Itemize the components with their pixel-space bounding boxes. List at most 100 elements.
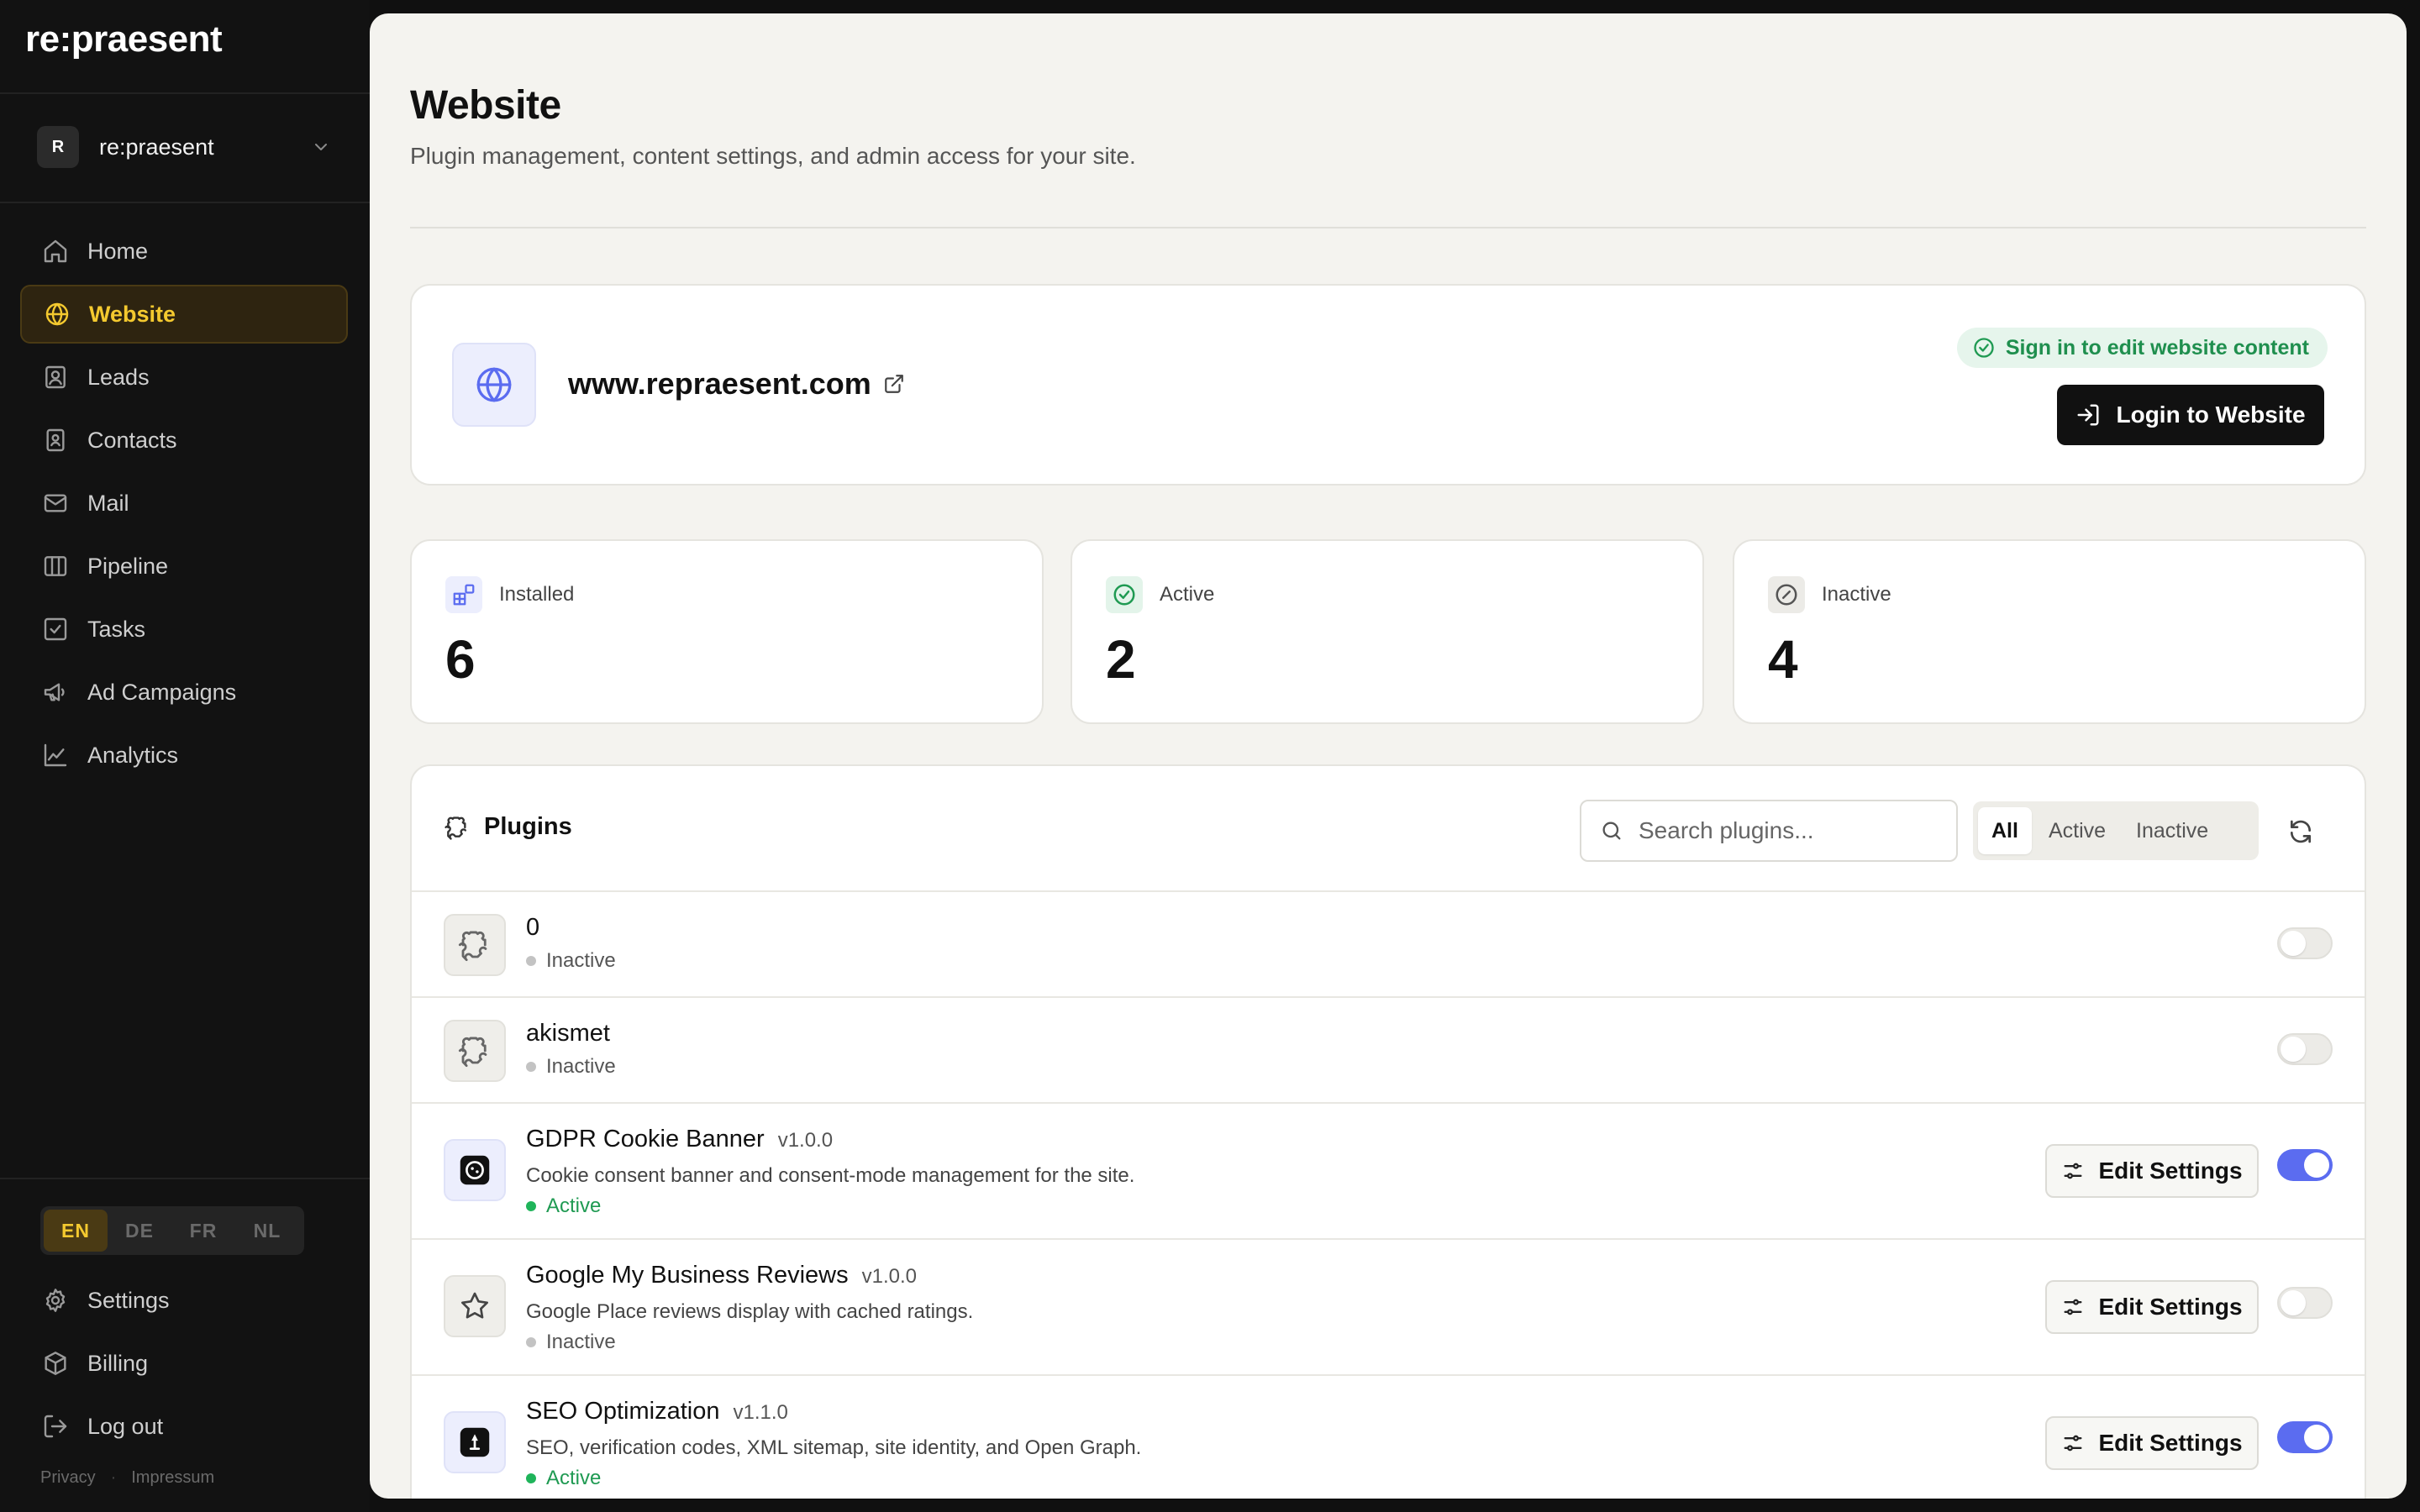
login-to-website-button[interactable]: Login to Website bbox=[2057, 385, 2324, 445]
filter-active[interactable]: Active bbox=[2035, 807, 2119, 854]
impressum-link[interactable]: Impressum bbox=[131, 1468, 214, 1488]
edit-settings-button[interactable]: Edit Settings bbox=[2045, 1416, 2259, 1470]
plugin-name: Google My Business Reviews v1.0.0 bbox=[526, 1262, 917, 1289]
toggle-knob bbox=[2281, 1037, 2306, 1062]
puzzle-icon bbox=[444, 914, 506, 976]
edit-settings-label: Edit Settings bbox=[2098, 1294, 2243, 1320]
filter-all[interactable]: All bbox=[1978, 807, 2032, 854]
seo-icon bbox=[444, 1411, 506, 1473]
signin-status-badge: Sign in to edit website content bbox=[1956, 328, 2328, 368]
plugin-description: SEO, verification codes, XML sitemap, si… bbox=[526, 1436, 1142, 1459]
status-dot bbox=[526, 956, 536, 966]
sidebar-divider bbox=[0, 202, 370, 203]
signin-badge-text: Sign in to edit website content bbox=[2005, 335, 2309, 360]
nav-item-label: Analytics bbox=[87, 742, 179, 768]
status-filter: All Active Inactive bbox=[1973, 801, 2259, 860]
search-input[interactable] bbox=[1639, 817, 1941, 844]
nav-item-label: Leads bbox=[87, 364, 150, 390]
nav-item-label: Contacts bbox=[87, 427, 177, 453]
plugin-row: 0 Inactive bbox=[412, 892, 2365, 998]
edit-settings-label: Edit Settings bbox=[2098, 1430, 2243, 1456]
workspace-switcher[interactable]: R re:praesent bbox=[24, 119, 343, 175]
workspace-name: re:praesent bbox=[99, 134, 214, 160]
plugin-toggle[interactable] bbox=[2277, 1287, 2333, 1319]
gear-icon bbox=[42, 1287, 69, 1314]
refresh-button[interactable] bbox=[2282, 813, 2319, 850]
plugin-toggle[interactable] bbox=[2277, 1149, 2333, 1181]
plugin-status: Inactive bbox=[526, 949, 616, 973]
plugin-description: Google Place reviews display with cached… bbox=[526, 1300, 974, 1323]
sidebar-divider bbox=[0, 92, 370, 94]
edit-settings-button[interactable]: Edit Settings bbox=[2045, 1144, 2259, 1198]
nav-item-leads[interactable]: Leads bbox=[20, 348, 348, 407]
edit-settings-button[interactable]: Edit Settings bbox=[2045, 1280, 2259, 1334]
nav-item-analytics[interactable]: Analytics bbox=[20, 726, 348, 785]
plugin-row: Google My Business Reviews v1.0.0 Google… bbox=[412, 1240, 2365, 1376]
nav-item-label: Tasks bbox=[87, 616, 146, 642]
contacts-icon bbox=[42, 427, 69, 454]
nav-item-label: Website bbox=[89, 301, 176, 327]
plugin-toggle[interactable] bbox=[2277, 1421, 2333, 1453]
sliders-icon bbox=[2061, 1431, 2085, 1455]
workspace-avatar: R bbox=[37, 126, 79, 168]
plugin-toggle[interactable] bbox=[2277, 1033, 2333, 1065]
blocks-icon bbox=[445, 576, 482, 613]
plugin-toggle[interactable] bbox=[2277, 927, 2333, 959]
page-subtitle: Plugin management, content settings, and… bbox=[410, 143, 1136, 169]
nav-item-ad-campaigns[interactable]: Ad Campaigns bbox=[20, 663, 348, 722]
sliders-icon bbox=[2061, 1295, 2085, 1319]
home-icon bbox=[42, 238, 69, 265]
website-url: www.repraesent.com bbox=[568, 366, 871, 401]
stat-value: 6 bbox=[445, 629, 476, 690]
nav-item-mail[interactable]: Mail bbox=[20, 474, 348, 533]
edit-settings-label: Edit Settings bbox=[2098, 1158, 2243, 1184]
website-card: www.repraesent.com Sign in to edit websi… bbox=[410, 284, 2366, 486]
stat-label: Active bbox=[1160, 583, 1215, 606]
nav-item-settings[interactable]: Settings bbox=[20, 1270, 348, 1331]
plugin-name: GDPR Cookie Banner v1.0.0 bbox=[526, 1126, 833, 1153]
plugins-title-text: Plugins bbox=[484, 813, 572, 840]
nav-item-home[interactable]: Home bbox=[20, 222, 348, 281]
package-icon bbox=[42, 1350, 69, 1377]
nav-item-label: Settings bbox=[87, 1287, 170, 1313]
plugin-search[interactable] bbox=[1580, 800, 1958, 862]
globe-icon bbox=[44, 301, 71, 328]
stat-inactive: Inactive 4 bbox=[1733, 539, 2366, 724]
toggle-knob bbox=[2304, 1425, 2329, 1450]
toggle-knob bbox=[2304, 1152, 2329, 1178]
leads-icon bbox=[42, 364, 69, 391]
bottom-nav: Settings Billing Log out bbox=[20, 1270, 348, 1459]
plugin-status: Inactive bbox=[526, 1055, 616, 1079]
privacy-link[interactable]: Privacy bbox=[40, 1468, 96, 1488]
cookie-icon bbox=[444, 1139, 506, 1201]
nav-item-pipeline[interactable]: Pipeline bbox=[20, 537, 348, 596]
plugin-name: akismet bbox=[526, 1020, 610, 1047]
status-dot bbox=[526, 1473, 536, 1483]
brand-logo[interactable]: re:praesent bbox=[25, 18, 223, 60]
main-content: Website Plugin management, content setti… bbox=[370, 13, 2407, 1499]
refresh-icon bbox=[2287, 818, 2314, 845]
nav-item-label: Pipeline bbox=[87, 553, 169, 579]
puzzle-icon bbox=[444, 814, 471, 841]
nav-item-billing[interactable]: Billing bbox=[20, 1333, 348, 1394]
plugin-name-text: 0 bbox=[526, 914, 540, 941]
website-url-link[interactable]: www.repraesent.com bbox=[568, 366, 905, 402]
lang-de[interactable]: DE bbox=[108, 1210, 171, 1252]
lang-en[interactable]: EN bbox=[44, 1210, 108, 1252]
sidebar: re:praesent R re:praesent Home Website L… bbox=[0, 0, 370, 1512]
login-icon bbox=[2075, 402, 2101, 428]
nav-item-tasks[interactable]: Tasks bbox=[20, 600, 348, 659]
stat-label: Inactive bbox=[1822, 583, 1891, 606]
nav-item-logout[interactable]: Log out bbox=[20, 1396, 348, 1457]
sidebar-divider bbox=[0, 1178, 370, 1179]
lang-fr[interactable]: FR bbox=[171, 1210, 235, 1252]
disabled-circle-icon bbox=[1768, 576, 1805, 613]
lang-nl[interactable]: NL bbox=[235, 1210, 299, 1252]
nav-item-website[interactable]: Website bbox=[20, 285, 348, 344]
plugin-name: 0 bbox=[526, 914, 539, 942]
nav-item-contacts[interactable]: Contacts bbox=[20, 411, 348, 470]
tasks-icon bbox=[42, 616, 69, 643]
filter-inactive[interactable]: Inactive bbox=[2123, 807, 2222, 854]
toggle-knob bbox=[2281, 931, 2306, 956]
nav-item-label: Home bbox=[87, 238, 149, 264]
